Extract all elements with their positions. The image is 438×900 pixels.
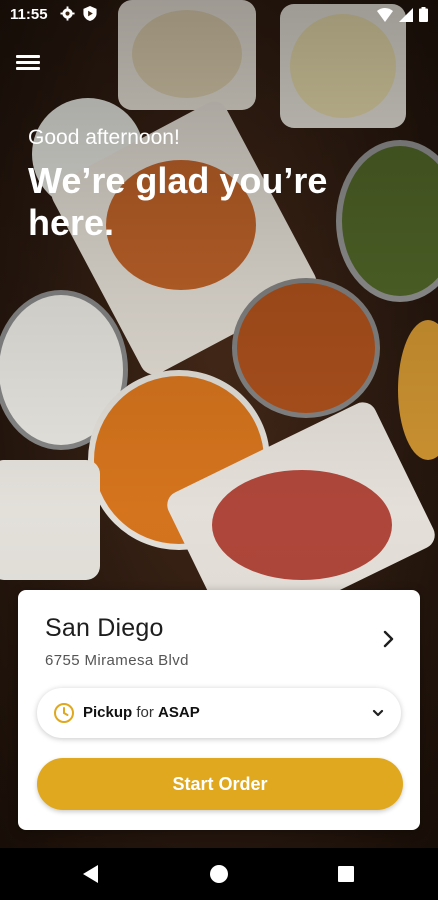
page-headline: We’re glad you’re here.	[28, 160, 328, 243]
battery-icon	[419, 7, 428, 22]
status-notification-icons	[60, 6, 97, 21]
order-mode-dropdown[interactable]: Pickup for ASAP	[37, 688, 401, 738]
home-icon[interactable]	[210, 865, 228, 883]
wifi-icon	[377, 7, 393, 22]
location-name: San Diego	[45, 614, 164, 642]
order-mode-type: Pickup	[83, 704, 133, 721]
status-time: 11:55	[10, 6, 48, 23]
menu-icon[interactable]	[16, 52, 40, 74]
start-order-button[interactable]: Start Order	[37, 758, 403, 810]
back-icon[interactable]	[82, 864, 100, 884]
location-selector[interactable]: San Diego 6755 Miramesa Blvd	[18, 590, 420, 680]
recent-apps-icon[interactable]	[338, 866, 354, 882]
clock-icon	[54, 703, 74, 723]
greeting-text: Good afternoon!	[28, 126, 180, 149]
order-mode-connector: for	[136, 704, 154, 721]
system-nav-bar	[0, 848, 438, 900]
status-system-icons	[377, 7, 428, 22]
status-bar: 11:55	[0, 0, 438, 30]
settings-icon	[60, 6, 75, 21]
signal-icon	[399, 7, 413, 22]
order-card: San Diego 6755 Miramesa Blvd Pickup for …	[18, 590, 420, 830]
order-mode-time: ASAP	[158, 704, 200, 721]
location-address: 6755 Miramesa Blvd	[45, 652, 189, 669]
order-mode-label: Pickup for ASAP	[83, 704, 200, 721]
shield-icon	[83, 6, 97, 21]
chevron-right-icon	[383, 630, 394, 648]
chevron-down-icon	[372, 709, 384, 717]
